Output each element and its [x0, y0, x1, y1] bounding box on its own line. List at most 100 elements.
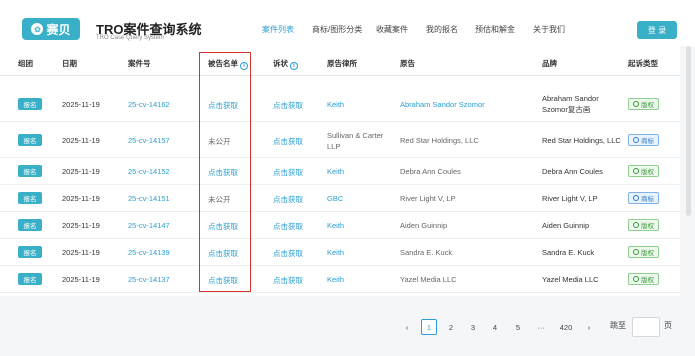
next-page-button[interactable]: ›: [581, 319, 597, 335]
defendants-link[interactable]: 点击获取: [208, 167, 238, 178]
copyright-icon: [633, 168, 639, 174]
plaintiff-name: Debra Ann Coules: [400, 167, 461, 176]
suit-type-badge: 商标: [628, 134, 659, 146]
logo-text: 赛贝: [46, 22, 71, 37]
col-suit-type: 起诉类型: [628, 59, 658, 68]
top-header: ✿ 赛贝 TRO案件查询系统 TRO Case Query System 案件列…: [0, 0, 695, 46]
case-number-link[interactable]: 25-cv-14147: [128, 221, 170, 230]
brand-name: Aiden Guinnip: [542, 221, 590, 230]
signup-button[interactable]: 报名: [18, 273, 42, 285]
login-button[interactable]: 登 录: [637, 21, 677, 39]
col-brand: 品牌: [542, 59, 557, 68]
table-row: 报名 2025-11-19 25-cv-14152 点击获取 点击获取 Keit…: [0, 158, 680, 185]
brand-name: Yazel Media LLC: [542, 275, 599, 284]
suit-type-label: 商标: [641, 138, 654, 145]
signup-button[interactable]: 报名: [18, 246, 42, 258]
case-number-link[interactable]: 25-cv-14152: [128, 167, 170, 176]
case-date: 2025-11-19: [62, 194, 100, 203]
copyright-icon: [633, 249, 639, 255]
brand-name: Sandra E. Kuck: [542, 248, 595, 257]
col-complaint-label: 诉状: [273, 59, 288, 68]
plaintiff-firm[interactable]: Keith: [327, 248, 344, 257]
copyright-icon: [633, 101, 639, 107]
goto-label: 跳至: [610, 321, 626, 330]
page-4-button[interactable]: 4: [487, 319, 503, 335]
complaint-link[interactable]: 点击获取: [273, 100, 303, 111]
plaintiff-name: Red Star Holdings, LLC: [400, 136, 479, 145]
table-row: 报名 2025-11-19 25-cv-14137 点击获取 点击获取 Keit…: [0, 266, 680, 293]
table-header: 组团 日期 案件号 被告名单 i 诉状 i 原告律所 原告 品牌 起诉类型: [0, 46, 680, 76]
complaint-link[interactable]: 点击获取: [273, 136, 303, 147]
col-group: 组团: [18, 59, 33, 68]
site-subtitle: TRO Case Query System: [96, 35, 165, 41]
case-number-link[interactable]: 25-cv-14137: [128, 275, 170, 284]
case-number-link[interactable]: 25-cv-14151: [128, 194, 170, 203]
nav-favorites[interactable]: 收藏案件: [376, 24, 408, 35]
nav-settlement-estimate[interactable]: 预估和解金: [475, 24, 515, 35]
copyright-icon: [633, 222, 639, 228]
complaint-link[interactable]: 点击获取: [273, 248, 303, 259]
info-icon[interactable]: i: [290, 62, 298, 70]
more-pages-ellipsis[interactable]: ···: [533, 319, 549, 335]
nav-trademark-classes[interactable]: 商标/图形分类: [312, 24, 362, 35]
signup-button[interactable]: 报名: [18, 192, 42, 204]
defendants-status: 未公开: [208, 195, 231, 204]
case-number-link[interactable]: 25-cv-14157: [128, 136, 170, 145]
plaintiff-firm[interactable]: Keith: [327, 100, 344, 109]
nav-about[interactable]: 关于我们: [533, 24, 565, 35]
case-table: 组团 日期 案件号 被告名单 i 诉状 i 原告律所 原告 品牌 起诉类型 报名 2…: [0, 46, 680, 296]
page-2-button[interactable]: 2: [443, 319, 459, 335]
defendants-status: 未公开: [208, 137, 231, 146]
plaintiff-name: River Light V, LP: [400, 194, 456, 203]
complaint-link[interactable]: 点击获取: [273, 194, 303, 205]
plaintiff-name: Sandra E. Kuck: [400, 248, 453, 257]
complaint-link[interactable]: 点击获取: [273, 221, 303, 232]
case-date: 2025-11-19: [62, 100, 100, 109]
plaintiff-firm[interactable]: Keith: [327, 221, 344, 230]
case-date: 2025-11-19: [62, 136, 100, 145]
complaint-link[interactable]: 点击获取: [273, 167, 303, 178]
signup-button[interactable]: 报名: [18, 165, 42, 177]
info-icon[interactable]: i: [240, 62, 248, 70]
signup-button[interactable]: 报名: [18, 98, 42, 110]
suit-type-label: 版权: [641, 250, 654, 257]
plaintiff-firm[interactable]: GBC: [327, 194, 343, 203]
suit-type-label: 版权: [641, 102, 654, 109]
col-case-number: 案件号: [128, 59, 151, 68]
plaintiff-firm: Sullivan & Carter LLP: [327, 131, 384, 151]
page-3-button[interactable]: 3: [465, 319, 481, 335]
prev-page-button[interactable]: ‹: [399, 319, 415, 335]
logo-icon: ✿: [31, 23, 44, 35]
brand-name: Red Star Holdings, LLC: [542, 136, 621, 145]
defendants-link[interactable]: 点击获取: [208, 275, 238, 286]
case-date: 2025-11-19: [62, 167, 100, 176]
suit-type-badge: 版权: [628, 246, 659, 258]
defendants-link[interactable]: 点击获取: [208, 221, 238, 232]
vertical-scrollbar[interactable]: [686, 46, 691, 216]
page-1-button[interactable]: 1: [421, 319, 437, 335]
logo[interactable]: ✿ 赛贝: [22, 18, 80, 40]
plaintiff-name[interactable]: Abraham Sandor Szomor: [400, 100, 485, 109]
trademark-icon: [633, 195, 639, 201]
plaintiff-name: Yazel Media LLC: [400, 275, 457, 284]
plaintiff-firm[interactable]: Keith: [327, 275, 344, 284]
plaintiff-firm[interactable]: Keith: [327, 167, 344, 176]
page-5-button[interactable]: 5: [510, 319, 526, 335]
col-plaintiff: 原告: [400, 59, 415, 68]
nav-case-list[interactable]: 案件列表: [262, 24, 294, 35]
nav-my-signups[interactable]: 我的报名: [426, 24, 458, 35]
page-420-button[interactable]: 420: [556, 319, 576, 335]
goto-page-input[interactable]: [632, 317, 660, 337]
case-date: 2025-11-19: [62, 248, 100, 257]
signup-button[interactable]: 报名: [18, 134, 42, 146]
copyright-icon: [633, 276, 639, 282]
defendants-link[interactable]: 点击获取: [208, 248, 238, 259]
brand-name: River Light V, LP: [542, 194, 598, 203]
complaint-link[interactable]: 点击获取: [273, 275, 303, 286]
suit-type-label: 商标: [641, 196, 654, 203]
signup-button[interactable]: 报名: [18, 219, 42, 231]
case-number-link[interactable]: 25-cv-14162: [128, 100, 170, 109]
defendants-link[interactable]: 点击获取: [208, 100, 238, 111]
case-number-link[interactable]: 25-cv-14139: [128, 248, 170, 257]
suit-type-badge: 商标: [628, 192, 659, 204]
